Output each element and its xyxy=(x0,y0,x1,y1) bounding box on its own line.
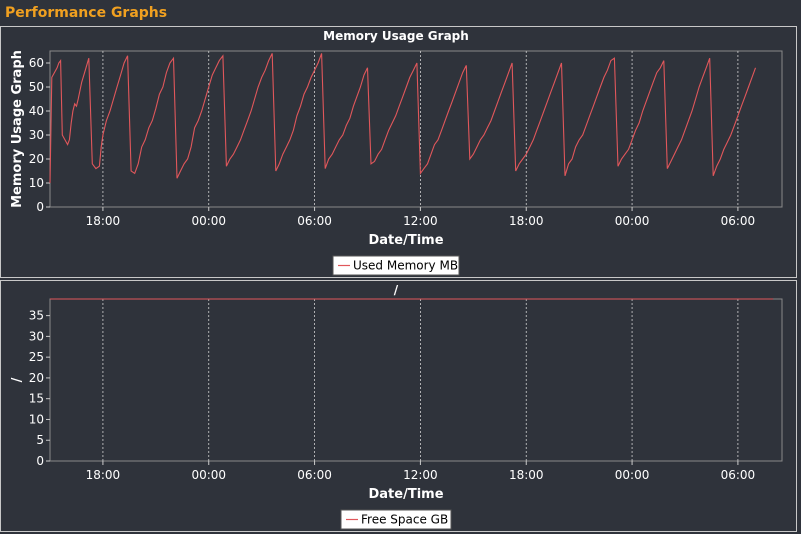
free-space-panel: / 18:00 00:00 06:00 12:00 18:00 00:00 06:00 0 5 10… xyxy=(0,280,797,532)
chart2-plot-area xyxy=(49,298,783,462)
chart1-x-tick-label: 18:00 xyxy=(509,214,544,228)
chart1-x-tick-label: 12:00 xyxy=(403,214,438,228)
page-title: Performance Graphs xyxy=(5,5,168,21)
chart1-y-axis-label: Memory Usage Graph xyxy=(10,50,25,208)
chart2-y-tick-label: 20 xyxy=(29,371,44,385)
chart1-plot-area xyxy=(49,50,783,208)
chart1-x-tick-label: 00:00 xyxy=(191,214,226,228)
chart2-legend-label: Free Space GB xyxy=(361,513,448,527)
chart1-x-tick-label: 06:00 xyxy=(721,214,756,228)
chart2-y-tick-label: 15 xyxy=(29,392,44,406)
chart2-y-tick-label: 5 xyxy=(36,433,44,447)
chart1-legend-label: Used Memory MB xyxy=(353,259,458,273)
chart2-x-tick-label: 06:00 xyxy=(721,468,756,482)
chart2-x-tick-label: 12:00 xyxy=(403,468,438,482)
chart1-y-tick-label: 40 xyxy=(29,104,44,118)
chart2-x-axis-label: Date/Time xyxy=(368,487,443,502)
chart2-y-tick-label: 10 xyxy=(29,412,44,426)
chart2-title: / xyxy=(394,283,399,297)
chart2-y-tick-label: 0 xyxy=(36,454,44,468)
chart2-y-axis-label: / xyxy=(10,377,25,382)
chart1-x-tick-label: 06:00 xyxy=(297,214,332,228)
chart1-title: Memory Usage Graph xyxy=(323,29,469,43)
header-bar: Performance Graphs xyxy=(0,0,801,28)
chart1-x-tick-label: 00:00 xyxy=(615,214,650,228)
chart1-y-tick-label: 20 xyxy=(29,152,44,166)
chart1-y-tick-label: 10 xyxy=(29,176,44,190)
chart2-y-tick-label: 25 xyxy=(29,350,44,364)
chart1-y-tick-label: 50 xyxy=(29,80,44,94)
chart2-y-tick-label: 35 xyxy=(29,309,44,323)
chart1-y-tick-label: 60 xyxy=(29,56,44,70)
chart2-x-tick-label: 18:00 xyxy=(509,468,544,482)
free-space-chart: / 18:00 00:00 06:00 12:00 18:00 00:00 06:00 0 5 10… xyxy=(10,283,783,530)
chart2-x-tick-label: 18:00 xyxy=(86,468,121,482)
chart2-x-tick-label: 00:00 xyxy=(615,468,650,482)
chart2-x-tick-label: 06:00 xyxy=(297,468,332,482)
chart1-x-axis-label: Date/Time xyxy=(368,233,443,248)
chart1-y-tick-label: 0 xyxy=(36,200,44,214)
memory-usage-panel: Memory Usage Graph 18:00 00:00 06:00 12:00 18… xyxy=(0,26,797,278)
chart2-y-tick-label: 30 xyxy=(29,329,44,343)
chart2-x-tick-label: 00:00 xyxy=(191,468,226,482)
memory-usage-chart: Memory Usage Graph 18:00 00:00 06:00 12:00 18… xyxy=(10,29,783,276)
chart1-x-tick-label: 18:00 xyxy=(86,214,121,228)
chart1-y-tick-label: 30 xyxy=(29,128,44,142)
